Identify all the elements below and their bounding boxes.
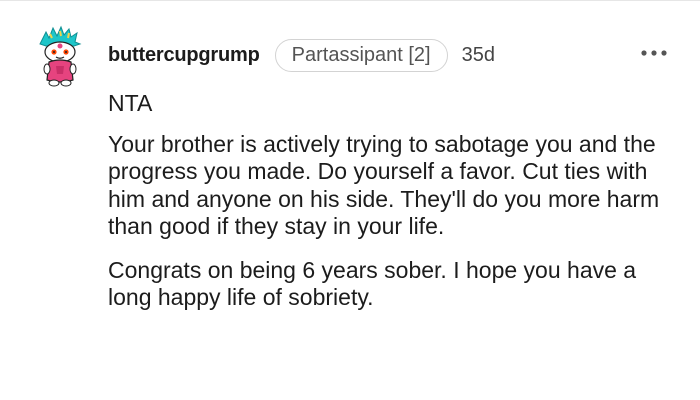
more-options-button[interactable] [638,40,670,66]
comment-meta: buttercupgrump Partassipant [2] 35d [108,38,495,72]
comment-body: NTA Your brother is actively trying to s… [108,90,678,328]
username-link[interactable]: buttercupgrump [108,44,260,67]
comment-paragraph: Your brother is actively trying to sabot… [108,130,660,240]
comment-paragraph: Congrats on being 6 years sober. I hope … [108,256,637,311]
snoo-avatar-icon[interactable] [36,24,84,88]
comment-timestamp[interactable]: 35d [462,44,495,67]
comment-paragraph: NTA [108,90,153,116]
comment: buttercupgrump Partassipant [2] 35d NTA … [0,0,700,400]
user-flair-badge: Partassipant [2] [274,38,448,72]
more-horizontal-icon [641,50,667,56]
